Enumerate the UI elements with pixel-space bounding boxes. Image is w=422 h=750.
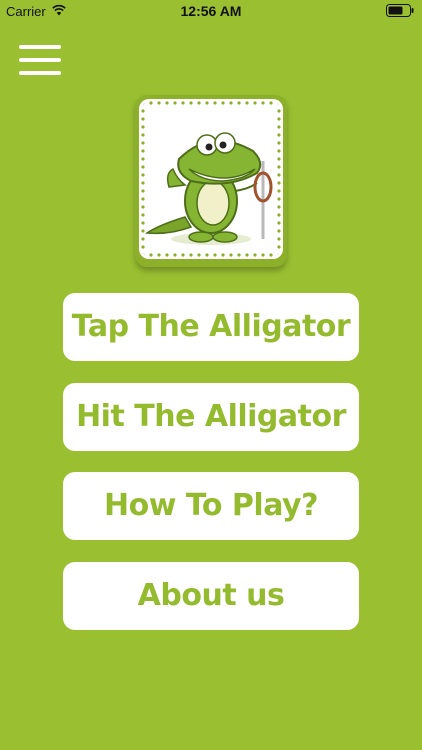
clock-time: 12:56 AM: [180, 3, 242, 19]
logo-frame: [139, 99, 283, 259]
menu-bar: [19, 71, 61, 75]
alligator-logo-image: [141, 101, 281, 257]
hit-the-alligator-button[interactable]: Hit The Alligator: [63, 383, 359, 451]
tap-the-alligator-button[interactable]: Tap The Alligator: [63, 293, 359, 361]
battery-icon: [386, 4, 414, 17]
how-to-play-button[interactable]: How To Play?: [63, 472, 359, 540]
about-us-button[interactable]: About us: [63, 562, 359, 630]
menu-bar: [19, 58, 61, 62]
app-logo: [135, 95, 287, 267]
menu-bar: [19, 45, 61, 49]
status-bar: Carrier 12:56 AM: [0, 0, 422, 22]
hamburger-menu-button[interactable]: [19, 43, 61, 77]
